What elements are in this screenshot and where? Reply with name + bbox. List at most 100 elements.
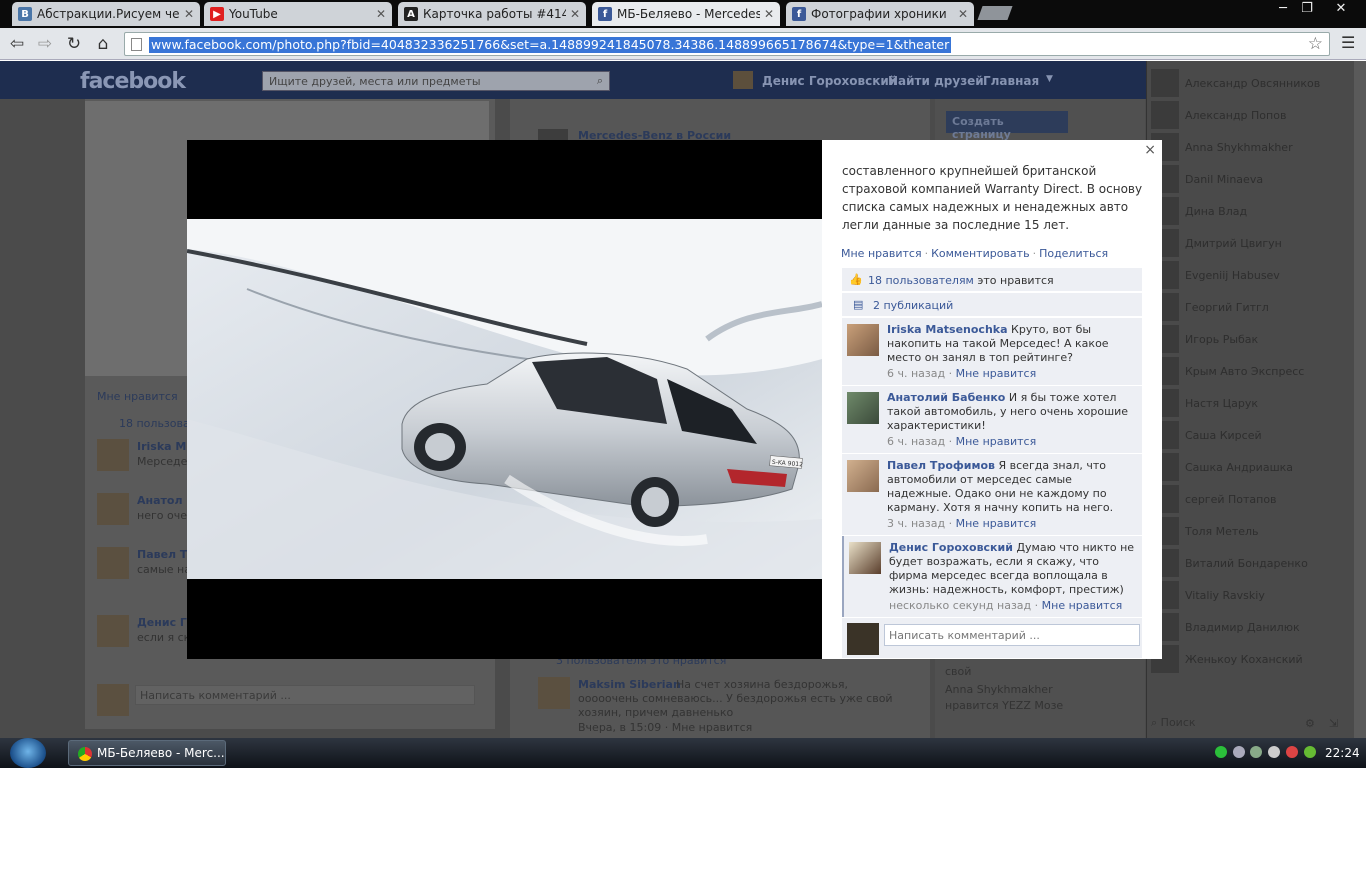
network-icon[interactable]	[1268, 746, 1280, 758]
avatar[interactable]	[847, 460, 879, 492]
avatar[interactable]	[733, 71, 753, 89]
back-icon[interactable]: ⇦	[6, 33, 28, 55]
bg-comment-author[interactable]: Павел Т	[137, 548, 187, 561]
shares-summary: ▤ 2 публикаций	[842, 293, 1142, 317]
avatar[interactable]	[847, 392, 879, 424]
chat-friend-item[interactable]: Игорь Рыбак	[1147, 325, 1355, 357]
bg-comment-author[interactable]: Денис Го	[137, 616, 194, 629]
chat-friend-item[interactable]: Виталий Бондаренко	[1147, 549, 1355, 581]
avatar	[97, 684, 129, 716]
new-tab-button[interactable]	[977, 6, 1013, 20]
start-button[interactable]	[10, 738, 46, 768]
page-icon	[131, 38, 142, 51]
chevron-down-icon[interactable]: ▼	[1046, 74, 1053, 84]
user-name-link[interactable]: Денис Гороховский	[762, 74, 897, 88]
chat-search-input[interactable]: ⌕ Поиск	[1151, 716, 1301, 734]
minimize-icon[interactable]: ─	[1270, 0, 1296, 20]
window-close-icon[interactable]: ✕	[1328, 0, 1354, 20]
create-page-button[interactable]: Создать страницу	[946, 111, 1068, 141]
chat-friend-item[interactable]: Anna Shykhmakher	[1147, 133, 1355, 165]
write-comment-input[interactable]: Написать комментарий ...	[884, 624, 1140, 646]
comment-author[interactable]: Денис Гороховский	[889, 541, 1013, 554]
bg-comment-author[interactable]: Анатол	[137, 494, 183, 507]
comment-author[interactable]: Iriska Matsenochka	[887, 323, 1008, 336]
bg-comment-author[interactable]: Iriska M	[137, 440, 186, 453]
popout-icon[interactable]: ⇲	[1329, 717, 1338, 730]
close-icon[interactable]: ✕	[764, 7, 774, 21]
find-friends-link[interactable]: Найти друзей	[888, 74, 984, 88]
close-icon[interactable]: ×	[1144, 142, 1156, 158]
chat-friend-item[interactable]: Danil Minaeva	[1147, 165, 1355, 197]
avatar	[97, 615, 129, 647]
comment-link[interactable]: Комментировать	[931, 247, 1029, 260]
url-text[interactable]: www.facebook.com/photo.php?fbid=40483233…	[149, 37, 952, 53]
likes-summary: 👍 18 пользователям это нравится	[842, 268, 1142, 292]
close-icon[interactable]: ✕	[958, 7, 968, 21]
chat-friend-item[interactable]: Саша Кирсей	[1147, 421, 1355, 453]
nvidia-icon[interactable]	[1304, 746, 1316, 758]
chat-friend-item[interactable]: Владимир Данилюк	[1147, 613, 1355, 645]
chat-friend-item[interactable]: Дмитрий Цвигун	[1147, 229, 1355, 261]
tab-card[interactable]: A Карточка работы #41499 ✕	[398, 2, 586, 26]
bg-likes-count[interactable]: 18 пользоват	[119, 417, 196, 430]
tray-icon[interactable]	[1250, 746, 1262, 758]
chat-friend-name: Толя Метель	[1185, 525, 1259, 538]
facebook-logo[interactable]: facebook	[80, 69, 186, 94]
chat-friend-item[interactable]: Крым Авто Экспресс	[1147, 357, 1355, 389]
chat-friend-item[interactable]: Георгий Гитгл	[1147, 293, 1355, 325]
scrollbar[interactable]	[1354, 61, 1366, 738]
likes-count-link[interactable]: 18 пользователям	[868, 274, 974, 287]
tray-icon[interactable]	[1233, 746, 1245, 758]
share-link[interactable]: Поделиться	[1039, 247, 1108, 260]
close-icon[interactable]: ✕	[184, 7, 194, 21]
address-bar[interactable]: www.facebook.com/photo.php?fbid=40483233…	[124, 32, 1330, 56]
forward-icon[interactable]: ⇨	[34, 33, 56, 55]
chat-friend-item[interactable]: сергей Потапов	[1147, 485, 1355, 517]
bg-comment-text: если я ск	[137, 631, 191, 644]
chat-friend-item[interactable]: Женькоу Коханский	[1147, 645, 1355, 677]
comment-like-link[interactable]: Мне нравится	[1042, 599, 1123, 612]
shares-link[interactable]: 2 публикаций	[873, 299, 953, 312]
close-icon[interactable]: ✕	[570, 7, 580, 21]
comment-author[interactable]: Павел Трофимов	[887, 459, 995, 472]
bg-write-comment-input[interactable]: Написать комментарий ...	[135, 685, 475, 705]
play-tray-icon[interactable]	[1215, 746, 1227, 758]
close-icon[interactable]: ✕	[376, 7, 386, 21]
facebook-icon: f	[598, 7, 612, 21]
reload-icon[interactable]: ↻	[63, 33, 85, 55]
chat-friend-item[interactable]: Александр Попов	[1147, 101, 1355, 133]
tab-youtube[interactable]: ▶ YouTube ✕	[204, 2, 392, 26]
avatar[interactable]	[849, 542, 881, 574]
facebook-topbar: facebook Ищите друзей, места или предмет…	[0, 61, 1146, 99]
comment-like-link[interactable]: Мне нравится	[956, 435, 1037, 448]
comment-like-link[interactable]: Мне нравится	[956, 367, 1037, 380]
photo-stage[interactable]: S-KA 9012	[187, 140, 822, 659]
like-link[interactable]: Мне нравится	[841, 247, 922, 260]
comment-like-link[interactable]: Мне нравится	[956, 517, 1037, 530]
chat-friend-item[interactable]: Дина Влад	[1147, 197, 1355, 229]
avatar[interactable]	[847, 324, 879, 356]
comment-author[interactable]: Анатолий Бабенко	[887, 391, 1005, 404]
gear-icon[interactable]: ⚙	[1305, 717, 1315, 730]
restore-icon[interactable]: ❐	[1294, 0, 1320, 20]
chat-friend-item[interactable]: Evgeniij Habusev	[1147, 261, 1355, 293]
menu-icon[interactable]: ☰	[1341, 33, 1355, 52]
tab-mb-belyaevo[interactable]: f МБ-Беляево - Mercedes-Be ✕	[592, 2, 780, 26]
home-icon[interactable]: ⌂	[92, 33, 114, 55]
tab-timeline-photos[interactable]: f Фотографии хроники ✕	[786, 2, 974, 26]
taskbar-chrome-window[interactable]: МБ-Беляево - Merc...	[68, 740, 226, 766]
facebook-search-input[interactable]: Ищите друзей, места или предметы ⌕	[262, 71, 610, 91]
tab-label: МБ-Беляево - Mercedes-Be	[617, 7, 760, 21]
chat-friend-item[interactable]: Сашка Андриашка	[1147, 453, 1355, 485]
chat-friend-item[interactable]: Александр Овсянников	[1147, 69, 1355, 101]
volume-icon[interactable]	[1286, 746, 1298, 758]
bookmark-star-icon[interactable]: ☆	[1308, 34, 1323, 54]
chat-friend-item[interactable]: Настя Царук	[1147, 389, 1355, 421]
chat-friend-item[interactable]: Толя Метель	[1147, 517, 1355, 549]
bg-like-link[interactable]: Мне нравится	[97, 390, 178, 403]
chat-friend-item[interactable]: Vitaliy Ravskiy	[1147, 581, 1355, 613]
taskbar-clock[interactable]: 22:24	[1325, 746, 1360, 760]
tab-label: Абстракции.Рисуем черн	[37, 7, 180, 21]
home-link[interactable]: Главная	[983, 74, 1039, 88]
tab-vk[interactable]: B Абстракции.Рисуем черн ✕	[12, 2, 200, 26]
